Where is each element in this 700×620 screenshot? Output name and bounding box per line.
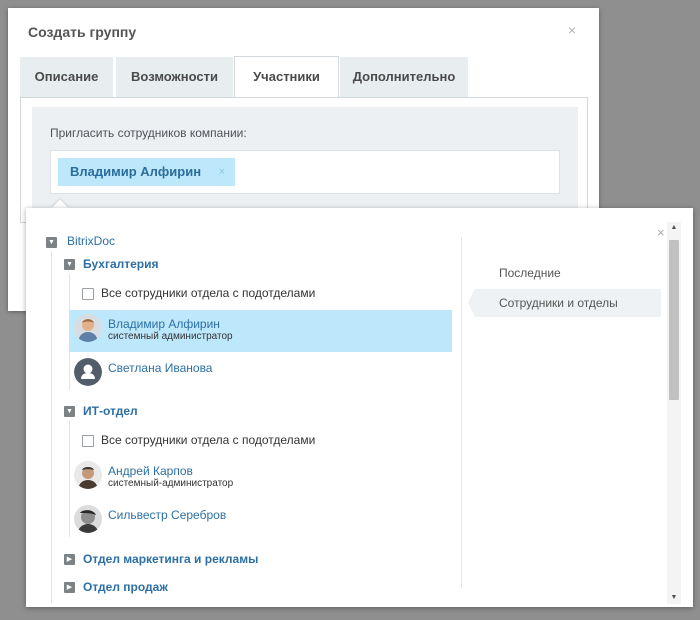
dialog-close-icon[interactable]: × [568, 22, 576, 38]
user-item-ivanova[interactable]: Светлана Иванова [69, 354, 452, 396]
default-user-avatar-icon [74, 358, 102, 386]
department-sales[interactable]: Отдел продаж [83, 580, 168, 594]
avatar [74, 461, 102, 489]
user-name: Сильвестр Серебров [108, 508, 227, 522]
side-tab-recent[interactable]: Последние [475, 259, 661, 287]
user-name: Светлана Иванова [108, 361, 213, 375]
token-label: Владимир Алфирин [70, 164, 202, 179]
expand-icon[interactable]: ▶ [64, 554, 75, 565]
scrollbar[interactable]: ▲ ▼ [667, 222, 681, 604]
dialog-tabs: Описание Возможности Участники Дополните… [20, 56, 590, 99]
all-employees-checkbox[interactable] [82, 435, 94, 447]
expand-icon[interactable]: ▶ [64, 582, 75, 593]
scroll-up-icon[interactable]: ▲ [667, 222, 681, 234]
token-remove-icon[interactable]: × [219, 158, 225, 186]
user-selector-popup: × ▼ BitrixDoc ▼ Бухгалтерия Все сотрудни… [26, 208, 693, 607]
tree-guide-line [51, 251, 52, 603]
selected-user-token[interactable]: Владимир Алфирин × [58, 158, 236, 186]
all-employees-checkbox[interactable] [82, 288, 94, 300]
members-panel: Пригласить сотрудников компании: Владими… [20, 97, 588, 223]
user-item-serebrov[interactable]: Сильвестр Серебров [69, 501, 452, 543]
collapse-icon[interactable]: ▼ [46, 237, 57, 248]
avatar [74, 505, 102, 533]
department-marketing[interactable]: Отдел маркетинга и рекламы [83, 552, 258, 566]
all-employees-label: Все сотрудники отдела с подотделами [101, 286, 316, 300]
invite-input[interactable]: Владимир Алфирин × [50, 150, 560, 194]
user-position: системный администратор [108, 331, 233, 342]
department-tree: ▼ BitrixDoc ▼ Бухгалтерия Все сотрудники… [26, 208, 466, 607]
user-position: системный-администратор [108, 478, 234, 489]
scroll-down-icon[interactable]: ▼ [667, 592, 681, 604]
popup-close-icon[interactable]: × [657, 225, 665, 240]
tab-members[interactable]: Участники [234, 56, 339, 99]
collapse-icon[interactable]: ▼ [64, 259, 75, 270]
user-name: Андрей Карпов [108, 464, 193, 478]
user-name: Владимир Алфирин [108, 317, 220, 331]
user-item-karpov[interactable]: Андрей Карпов системный-администратор [69, 457, 452, 499]
invite-label: Пригласить сотрудников компании: [50, 126, 247, 140]
collapse-icon[interactable]: ▼ [64, 406, 75, 417]
tree-root-label[interactable]: BitrixDoc [67, 234, 115, 248]
invite-area: Пригласить сотрудников компании: Владими… [32, 107, 578, 219]
department-it[interactable]: ИТ-отдел [83, 404, 138, 418]
department-accounting[interactable]: Бухгалтерия [83, 257, 159, 271]
tab-additional[interactable]: Дополнительно [340, 57, 468, 97]
avatar [74, 314, 102, 342]
dialog-title: Создать группу [28, 24, 137, 40]
side-tab-employees-departments[interactable]: Сотрудники и отделы [468, 289, 661, 317]
panel-divider [461, 237, 462, 588]
scroll-thumb[interactable] [669, 240, 679, 400]
all-employees-label: Все сотрудники отдела с подотделами [101, 433, 316, 447]
tab-description[interactable]: Описание [20, 57, 113, 97]
user-item-alfirin[interactable]: Владимир Алфирин системный администратор [69, 310, 452, 352]
tab-features[interactable]: Возможности [116, 57, 233, 97]
